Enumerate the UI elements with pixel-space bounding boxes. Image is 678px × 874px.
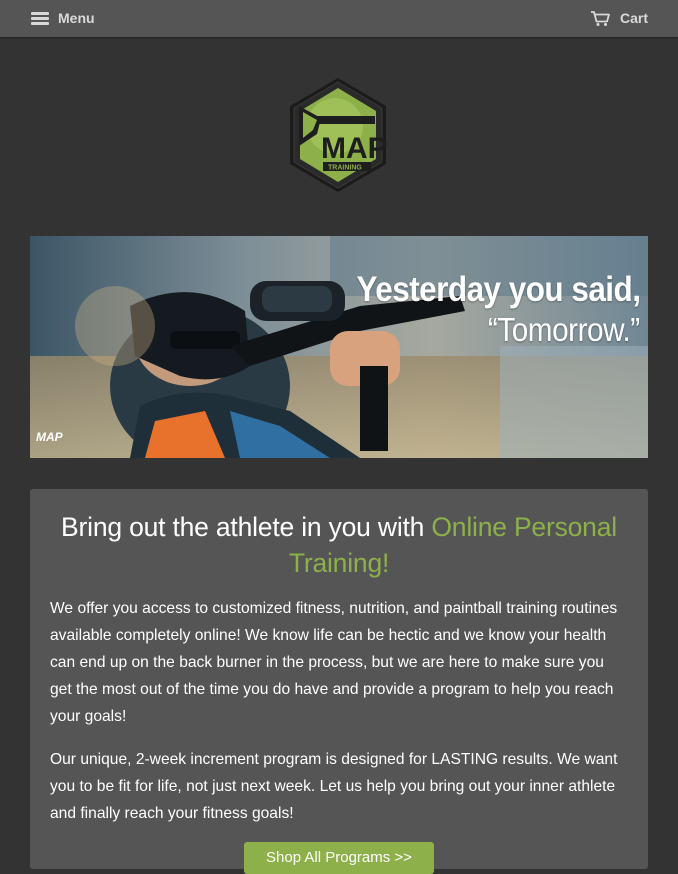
menu-label: Menu xyxy=(58,10,95,26)
intro-paragraph-1: We offer you access to customized fitnes… xyxy=(50,600,618,725)
hero-watermark-logo: MAP xyxy=(36,430,63,444)
logo-text: MAP xyxy=(321,132,388,165)
hamburger-icon xyxy=(31,11,49,25)
intro-card: Bring out the athlete in you with Online… xyxy=(30,489,648,874)
cart-button[interactable]: Cart xyxy=(590,8,648,28)
map-training-logo: MAP TRAINING xyxy=(290,78,388,192)
site-logo[interactable]: MAP TRAINING xyxy=(287,76,389,194)
hero-headline: Yesterday you said, xyxy=(356,270,640,309)
cart-icon xyxy=(590,10,610,26)
intro-heading-text: Bring out the athlete in you with xyxy=(61,512,432,542)
menu-button[interactable]: Menu xyxy=(31,8,95,28)
hero-subheadline: “Tomorrow.” xyxy=(488,311,640,348)
shop-all-programs-button[interactable]: Shop All Programs >> xyxy=(244,842,434,874)
intro-heading: Bring out the athlete in you with Online… xyxy=(50,509,628,581)
cart-label: Cart xyxy=(619,10,648,26)
hero-banner[interactable]: Yesterday you said, “Tomorrow.” MAP xyxy=(30,236,648,458)
intro-paragraph-2: Our unique, 2-week increment program is … xyxy=(50,751,618,822)
logo-subtext: TRAINING xyxy=(328,165,362,172)
top-bar: Menu Cart xyxy=(0,0,678,37)
